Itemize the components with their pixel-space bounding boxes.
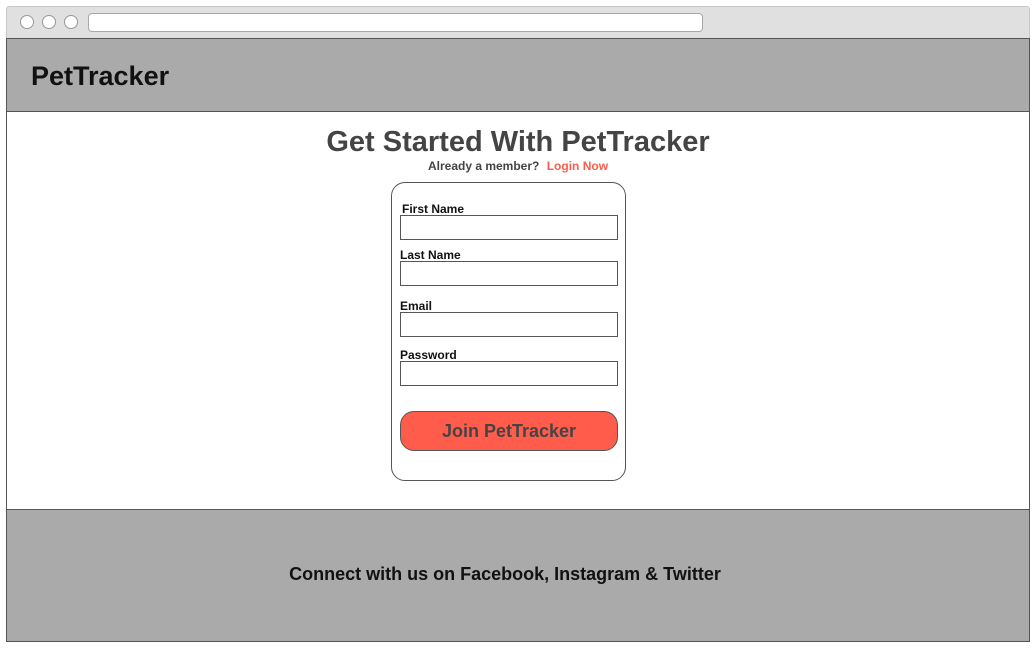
site-header: PetTracker xyxy=(7,39,1029,112)
window-close-dot[interactable] xyxy=(20,15,34,29)
login-now-link[interactable]: Login Now xyxy=(547,159,608,173)
page-title: Get Started With PetTracker xyxy=(326,126,710,158)
password-field[interactable] xyxy=(400,361,618,386)
social-connect-text: Connect with us on Facebook, Instagram &… xyxy=(289,564,721,584)
site-footer: Connect with us on Facebook, Instagram &… xyxy=(7,509,1029,641)
password-label: Password xyxy=(400,348,457,362)
page-viewport: PetTracker Get Started With PetTracker A… xyxy=(6,38,1030,642)
member-prompt-text: Already a member? xyxy=(427,159,540,173)
address-bar[interactable] xyxy=(88,13,703,32)
browser-chrome xyxy=(6,6,1030,38)
brand-logo-text[interactable]: PetTracker xyxy=(31,61,169,92)
last-name-label: Last Name xyxy=(400,248,461,262)
first-name-label: First Name xyxy=(402,202,465,216)
last-name-field[interactable] xyxy=(400,261,618,286)
first-name-field[interactable] xyxy=(400,215,618,240)
signup-form: First Name Last Name Email Password Join… xyxy=(391,182,626,481)
signup-section: Get Started With PetTracker Already a me… xyxy=(7,112,1029,509)
member-prompt-line: Already a member? Login Now xyxy=(7,159,1029,173)
email-label: Email xyxy=(400,299,433,313)
join-button[interactable]: Join PetTracker xyxy=(400,411,618,451)
email-field[interactable] xyxy=(400,312,618,337)
window-minimize-dot[interactable] xyxy=(42,15,56,29)
window-maximize-dot[interactable] xyxy=(64,15,78,29)
